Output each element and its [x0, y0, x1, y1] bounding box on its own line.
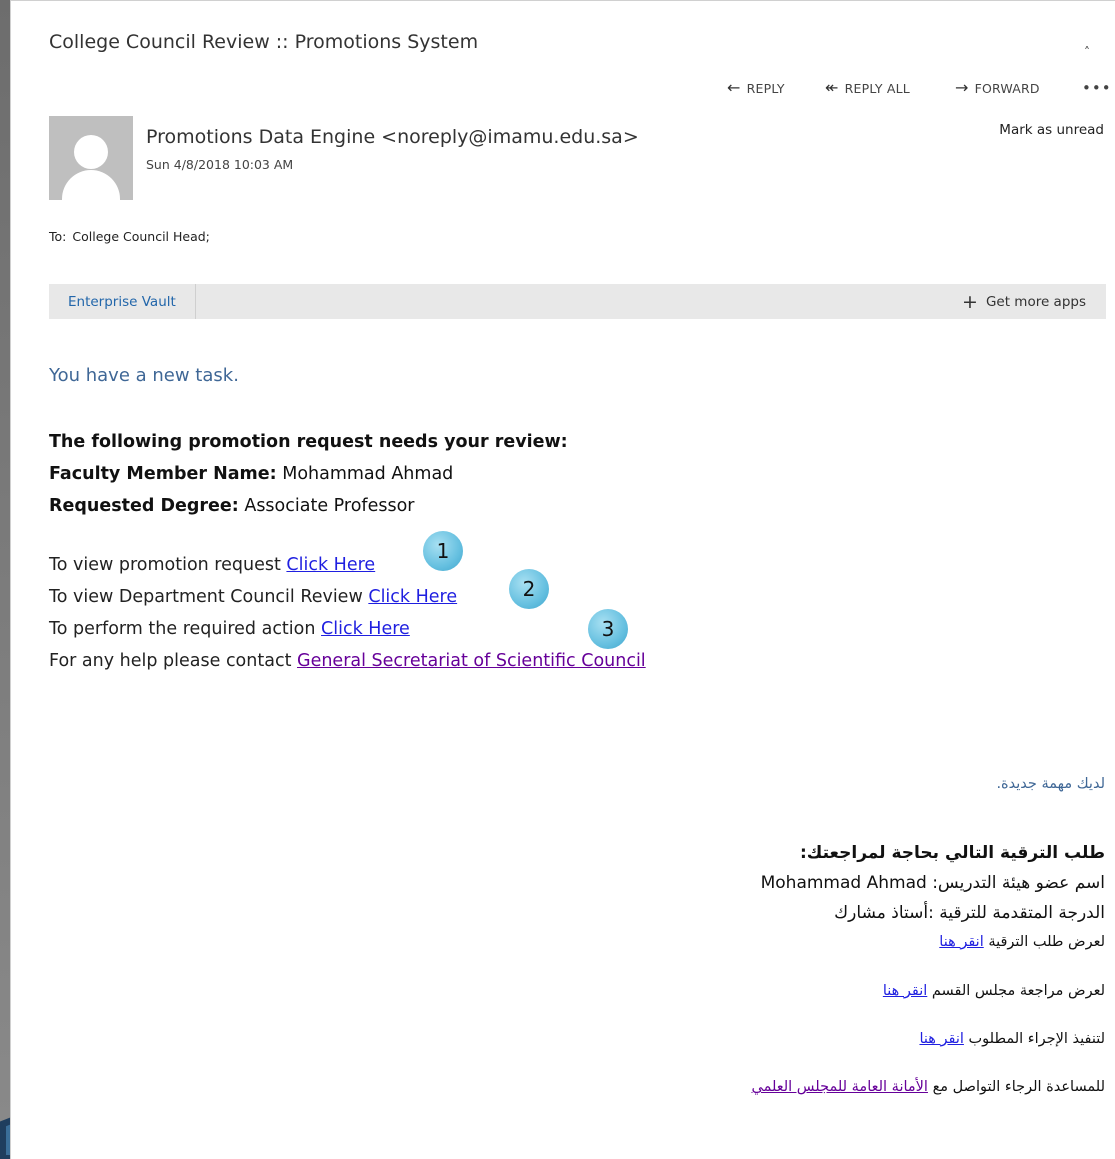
arabic-help-line: للمساعدة الرجاء التواصل مع الأمانة العام… [751, 1079, 1105, 1095]
arrow-left-icon: ← [727, 78, 741, 97]
faculty-label: Faculty Member Name: [49, 464, 277, 484]
arabic-degree-value: أستاذ مشارك [834, 903, 929, 923]
get-more-apps-button[interactable]: + Get more apps [962, 284, 1086, 319]
reply-label: REPLY [746, 80, 785, 96]
degree-label: Requested Degree: [49, 496, 239, 516]
view-request-text: To view promotion request [49, 555, 281, 575]
get-more-apps-label: Get more apps [985, 293, 1086, 310]
arabic-perform-action-line: لتنفيذ الإجراء المطلوب انقر هنا [919, 1031, 1105, 1047]
arabic-perform-action-link[interactable]: انقر هنا [919, 1031, 963, 1047]
double-arrow-left-icon: ↞ [825, 78, 839, 97]
mark-as-unread-link[interactable]: Mark as unread [999, 122, 1104, 138]
view-request-link[interactable]: Click Here [286, 555, 375, 575]
view-dept-text: To view Department Council Review [49, 587, 363, 607]
arabic-faculty-value: Mohammad Ahmad [760, 873, 927, 893]
arabic-help-link[interactable]: الأمانة العامة للمجلس العلمي [751, 1079, 927, 1095]
arabic-perform-action-text: لتنفيذ الإجراء المطلوب [968, 1031, 1105, 1047]
arabic-review-heading: طلب الترقية التالي بحاجة لمراجعتك: [799, 843, 1105, 863]
arabic-degree-label: الدرجة المتقدمة للترقية : [928, 903, 1105, 923]
recipient[interactable]: College Council Head; [72, 229, 210, 244]
arabic-view-request-line: لعرض طلب الترقية انقر هنا [939, 934, 1105, 950]
collapse-chevron-icon[interactable]: ˄ [1084, 45, 1090, 59]
to-label: To: [49, 229, 67, 244]
arabic-view-request-text: لعرض طلب الترقية [988, 934, 1105, 950]
enterprise-vault-button[interactable]: Enterprise Vault [49, 284, 196, 319]
forward-label: FORWARD [974, 80, 1040, 96]
request-details: The following promotion request needs yo… [49, 426, 568, 522]
degree-value: Associate Professor [244, 496, 415, 516]
help-text: For any help please contact [49, 651, 292, 671]
arabic-view-dept-line: لعرض مراجعة مجلس القسم انقر هنا [883, 983, 1105, 999]
new-task-notice: You have a new task. [49, 365, 239, 386]
arrow-right-icon: → [955, 78, 969, 97]
arabic-new-task-notice: لديك مهمة جديدة. [996, 776, 1105, 792]
arabic-view-dept-link[interactable]: انقر هنا [883, 983, 927, 999]
reply-all-label: REPLY ALL [844, 80, 910, 96]
faculty-value: Mohammad Ahmad [282, 464, 454, 484]
arabic-view-request-link[interactable]: انقر هنا [939, 934, 983, 950]
recipients-line: To: College Council Head; [49, 229, 210, 244]
arabic-view-dept-text: لعرض مراجعة مجلس القسم [931, 983, 1105, 999]
action-links: To view promotion request Click Here To … [49, 549, 646, 677]
email-actions-bar: ← REPLY ↞ REPLY ALL → FORWARD [10, 80, 1115, 100]
sender-avatar [49, 116, 133, 200]
view-dept-line: To view Department Council Review Click … [49, 581, 646, 613]
email-subject: College Council Review :: Promotions Sys… [49, 31, 479, 53]
avatar-head [74, 135, 108, 169]
avatar-body [62, 170, 120, 200]
perform-action-line: To perform the required action Click Her… [49, 613, 646, 645]
view-dept-review-link[interactable]: Click Here [368, 587, 457, 607]
review-heading: The following promotion request needs yo… [49, 432, 568, 452]
callout-badge-1: 1 [423, 531, 463, 571]
window-frame-left [0, 0, 10, 1159]
arabic-help-text: للمساعدة الرجاء التواصل مع [932, 1079, 1105, 1095]
view-request-line: To view promotion request Click Here [49, 549, 646, 581]
help-line: For any help please contact General Secr… [49, 645, 646, 677]
sent-date: Sun 4/8/2018 10:03 AM [146, 157, 294, 172]
arabic-request-details: طلب الترقية التالي بحاجة لمراجعتك: اسم ع… [761, 838, 1105, 928]
callout-badge-2: 2 [509, 569, 549, 609]
sender-name[interactable]: Promotions Data Engine <noreply@imamu.ed… [146, 126, 639, 148]
reply-button[interactable]: ← REPLY [727, 80, 785, 96]
reply-all-button[interactable]: ↞ REPLY ALL [825, 80, 910, 96]
email-reading-pane: College Council Review :: Promotions Sys… [10, 0, 1115, 1159]
apps-bar: Enterprise Vault + Get more apps [49, 284, 1106, 319]
more-options-icon[interactable]: ••• [1082, 79, 1112, 97]
callout-badge-3: 3 [588, 609, 628, 649]
perform-action-text: To perform the required action [49, 619, 316, 639]
arabic-faculty-label: اسم عضو هيئة التدريس: [932, 873, 1105, 893]
help-contact-link[interactable]: General Secretariat of Scientific Counci… [297, 651, 646, 671]
plus-icon: + [962, 290, 978, 313]
forward-button[interactable]: → FORWARD [955, 80, 1040, 96]
perform-action-link[interactable]: Click Here [321, 619, 410, 639]
